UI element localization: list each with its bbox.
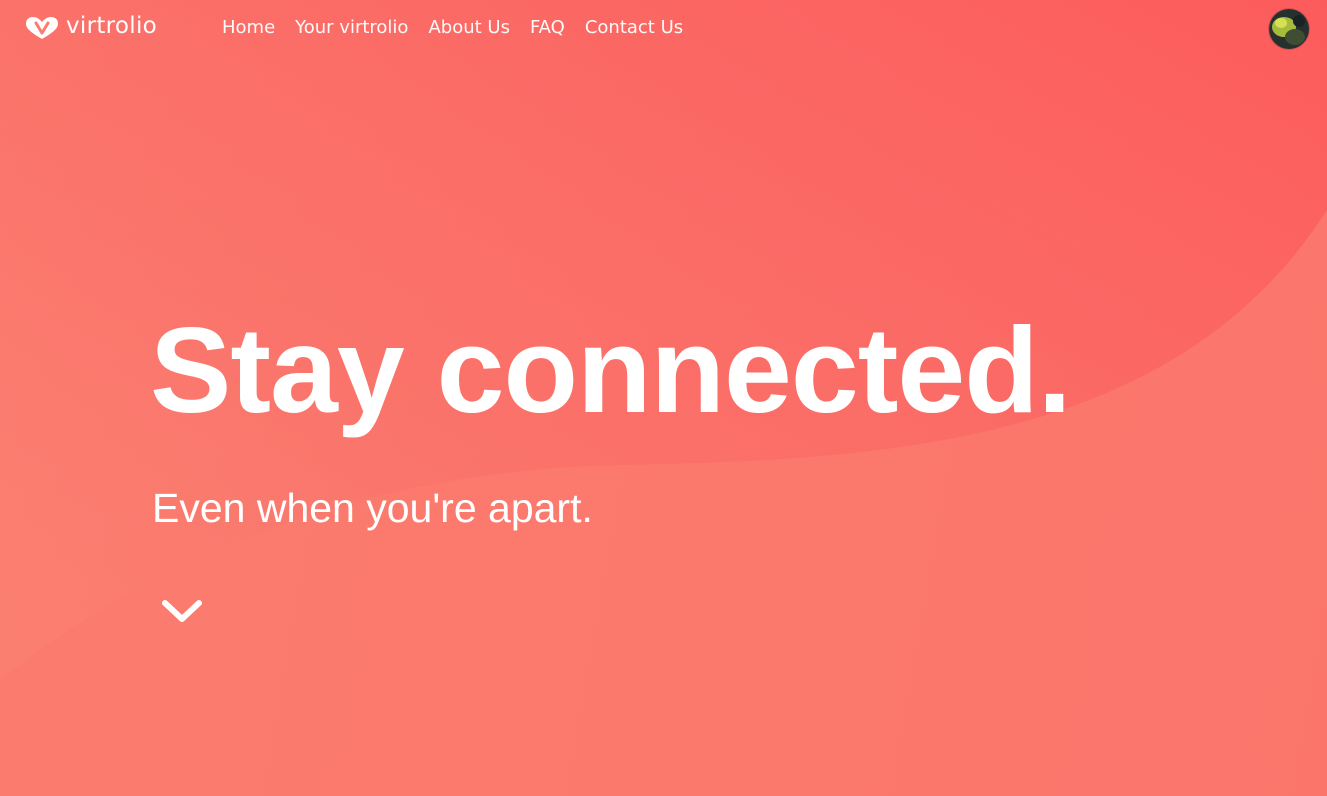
brand-link[interactable]: virtrolio [25,12,157,44]
nav-link-contact-us[interactable]: Contact Us [585,17,683,38]
chevron-down-icon [162,600,202,622]
user-avatar[interactable] [1269,9,1309,49]
hero-subtitle: Even when you're apart. [152,485,593,531]
nav-link-home[interactable]: Home [222,17,275,38]
nav-link-faq[interactable]: FAQ [530,17,565,38]
main-nav: Home Your virtrolio About Us FAQ Contact… [222,17,703,38]
nav-link-about-us[interactable]: About Us [428,17,510,38]
avatar-photo [1269,9,1309,49]
nav-link-your-virtrolio[interactable]: Your virtrolio [295,17,408,38]
hero-title: Stay connected. [150,302,1072,438]
brand-name: virtrolio [66,13,158,39]
top-navigation-bar: virtrolio Home Your virtrolio About Us F… [0,0,1327,58]
scroll-down-button[interactable] [160,596,204,626]
heart-v-logo-icon [25,16,59,40]
